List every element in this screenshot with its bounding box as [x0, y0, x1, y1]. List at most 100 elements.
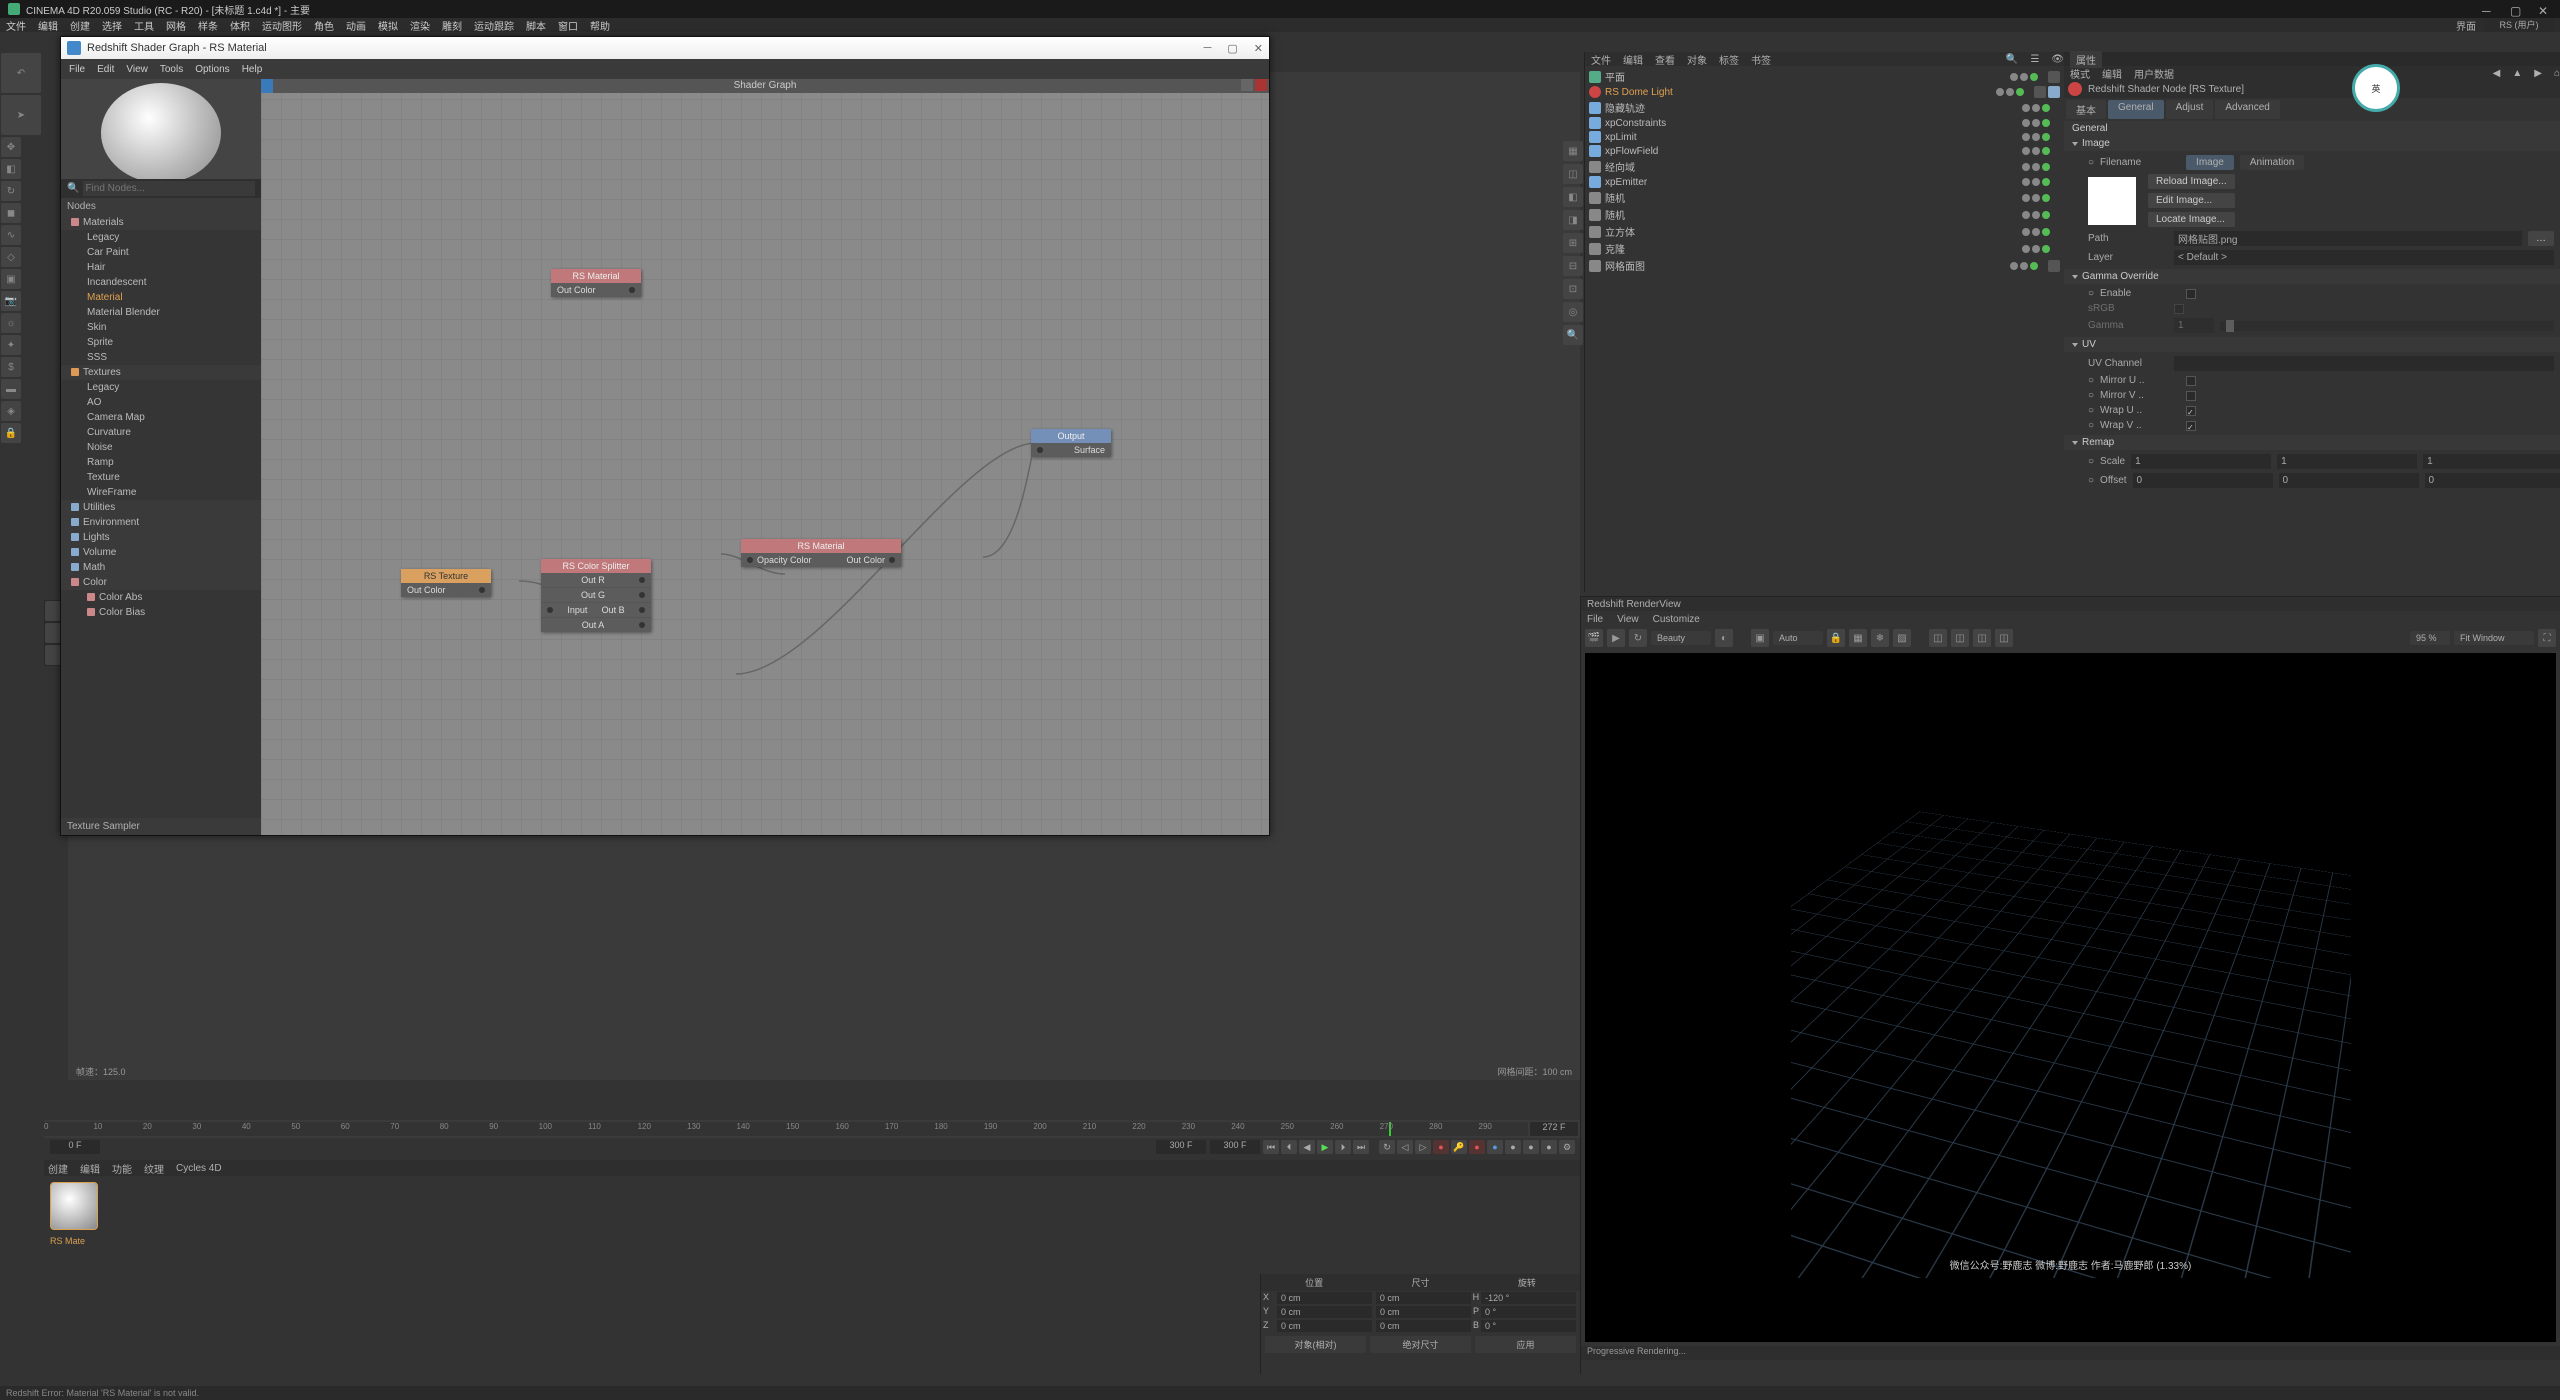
- tool-floor[interactable]: ▬: [1, 379, 21, 399]
- menu-file[interactable]: 文件: [6, 18, 26, 33]
- node-rs-texture[interactable]: RS Texture Out Color: [401, 569, 491, 597]
- obj-tab-tags[interactable]: 标签: [1719, 52, 1739, 67]
- menu-create[interactable]: 创建: [70, 18, 90, 33]
- rv-crop-button[interactable]: ▣: [1751, 629, 1769, 647]
- object-tag[interactable]: [2048, 71, 2060, 83]
- coord-mode-dropdown[interactable]: 对象(相对): [1265, 1336, 1366, 1353]
- step-fwd-button[interactable]: ⏵: [1335, 1140, 1351, 1154]
- graph-close-icon[interactable]: [1255, 79, 1267, 91]
- mirroru-checkbox[interactable]: [2186, 376, 2196, 386]
- visibility-dots[interactable]: [2022, 147, 2050, 155]
- offset-y-input[interactable]: [2279, 473, 2419, 488]
- play-button[interactable]: ▶: [1317, 1140, 1333, 1154]
- tree-ao[interactable]: AO: [61, 395, 261, 410]
- language-badge[interactable]: 英: [2352, 64, 2400, 112]
- mat-tab-func[interactable]: 功能: [112, 1161, 132, 1176]
- step-back-button[interactable]: ⏴: [1281, 1140, 1297, 1154]
- object-row[interactable]: 克隆: [1587, 240, 2062, 257]
- vp-tool-2[interactable]: ◫: [1563, 164, 1583, 184]
- tree-matblender[interactable]: Material Blender: [61, 305, 261, 320]
- rv-refresh-button[interactable]: ↻: [1629, 629, 1647, 647]
- object-row[interactable]: xpConstraints: [1587, 116, 2062, 130]
- tree-math[interactable]: Math: [61, 560, 261, 575]
- shader-menu-view[interactable]: View: [126, 64, 148, 75]
- path-browse-button[interactable]: …: [2528, 231, 2554, 246]
- tool-deformer[interactable]: ▣: [1, 269, 21, 289]
- goto-start-button[interactable]: ⏮: [1263, 1140, 1279, 1154]
- filter-icon[interactable]: ☰: [2030, 54, 2039, 65]
- section-image[interactable]: Image: [2064, 136, 2560, 151]
- visibility-dots[interactable]: [2022, 163, 2050, 171]
- object-tag[interactable]: [2048, 260, 2060, 272]
- output-port[interactable]: [639, 577, 645, 583]
- mirrorv-checkbox[interactable]: [2186, 391, 2196, 401]
- nav-home-icon[interactable]: ⌂: [2554, 68, 2560, 79]
- image-tab[interactable]: Image: [2186, 155, 2234, 170]
- undo-button[interactable]: ↶: [1, 53, 41, 93]
- vp-tool-5[interactable]: ⊞: [1563, 233, 1583, 253]
- tree-materials[interactable]: Materials: [61, 215, 261, 230]
- minimize-icon[interactable]: ─: [2482, 4, 2492, 14]
- autokey-button[interactable]: 🔑: [1451, 1140, 1467, 1154]
- shader-maximize-icon[interactable]: ▢: [1227, 42, 1237, 55]
- vp-tool-6[interactable]: ⊟: [1563, 256, 1583, 276]
- nav-up-icon[interactable]: ▲: [2512, 68, 2522, 79]
- obj-tab-file[interactable]: 文件: [1591, 52, 1611, 67]
- object-row[interactable]: xpLimit: [1587, 130, 2062, 144]
- goto-end-button[interactable]: ⏭: [1353, 1140, 1369, 1154]
- rv-play-button[interactable]: ▶: [1607, 629, 1625, 647]
- tree-ramp[interactable]: Ramp: [61, 455, 261, 470]
- menu-window[interactable]: 窗口: [558, 18, 578, 33]
- tree-textures[interactable]: Textures: [61, 365, 261, 380]
- tree-lights[interactable]: Lights: [61, 530, 261, 545]
- shader-graph-canvas[interactable]: Shader Graph RS Material Out Color RS Te…: [261, 79, 1269, 835]
- object-row[interactable]: 平面: [1587, 68, 2062, 85]
- node-tree[interactable]: Materials Legacy Car Paint Hair Incandes…: [61, 215, 261, 818]
- wrapu-checkbox[interactable]: [2186, 406, 2196, 416]
- menu-help[interactable]: 帮助: [590, 18, 610, 33]
- tree-environment[interactable]: Environment: [61, 515, 261, 530]
- rv-aov-dropdown[interactable]: Beauty: [1651, 631, 1711, 645]
- nav-back-icon[interactable]: ◀: [2493, 68, 2501, 79]
- coord-apply-button[interactable]: 应用: [1475, 1336, 1576, 1353]
- key-pos-button[interactable]: ●: [1469, 1140, 1485, 1154]
- tree-colorabs[interactable]: Color Abs: [61, 590, 261, 605]
- rv-snap1-button[interactable]: ◫: [1929, 629, 1947, 647]
- attr-mode[interactable]: 模式: [2070, 66, 2090, 81]
- tree-color[interactable]: Color: [61, 575, 261, 590]
- coord-size-dropdown[interactable]: 绝对尺寸: [1370, 1336, 1471, 1353]
- rv-bucket-button[interactable]: ▨: [1893, 629, 1911, 647]
- tree-texture[interactable]: Texture: [61, 470, 261, 485]
- tree-wireframe[interactable]: WireFrame: [61, 485, 261, 500]
- size-z-input[interactable]: 0 cm: [1376, 1320, 1471, 1332]
- tool-generator[interactable]: ◇: [1, 247, 21, 267]
- pos-y-input[interactable]: 0 cm: [1277, 1306, 1372, 1318]
- vp-tool-7[interactable]: ⊡: [1563, 279, 1583, 299]
- node-rs-material-2[interactable]: RS Material Opacity ColorOut Color: [741, 539, 901, 567]
- tool-spline[interactable]: ∿: [1, 225, 21, 245]
- live-select-tool[interactable]: ➤: [1, 95, 41, 135]
- input-port[interactable]: [1037, 447, 1043, 453]
- visibility-dots[interactable]: [1996, 88, 2024, 96]
- mat-tab-tex[interactable]: 纹理: [144, 1161, 164, 1176]
- key-prev-button[interactable]: ◁: [1397, 1140, 1413, 1154]
- object-row[interactable]: 立方体: [1587, 223, 2062, 240]
- rv-snap2-button[interactable]: ◫: [1951, 629, 1969, 647]
- graph-pin-icon[interactable]: [1241, 79, 1253, 91]
- tree-skin[interactable]: Skin: [61, 320, 261, 335]
- start-frame-input[interactable]: 0 F: [50, 1140, 100, 1154]
- visibility-dots[interactable]: [2022, 245, 2050, 253]
- visibility-dots[interactable]: [2010, 262, 2038, 270]
- input-port[interactable]: [547, 607, 553, 613]
- section-gamma[interactable]: Gamma Override: [2064, 269, 2560, 284]
- object-tag[interactable]: [2034, 86, 2046, 98]
- output-port[interactable]: [639, 622, 645, 628]
- visibility-dots[interactable]: [2022, 119, 2050, 127]
- edit-image-button[interactable]: Edit Image...: [2148, 193, 2235, 208]
- wrapv-checkbox[interactable]: [2186, 421, 2196, 431]
- nav-fwd-icon[interactable]: ▶: [2534, 68, 2542, 79]
- rot-p-input[interactable]: 0 °: [1481, 1306, 1576, 1318]
- pos-z-input[interactable]: 0 cm: [1277, 1320, 1372, 1332]
- tree-legacy[interactable]: Legacy: [61, 230, 261, 245]
- layout-dropdown[interactable]: RS (用户): [2484, 18, 2554, 32]
